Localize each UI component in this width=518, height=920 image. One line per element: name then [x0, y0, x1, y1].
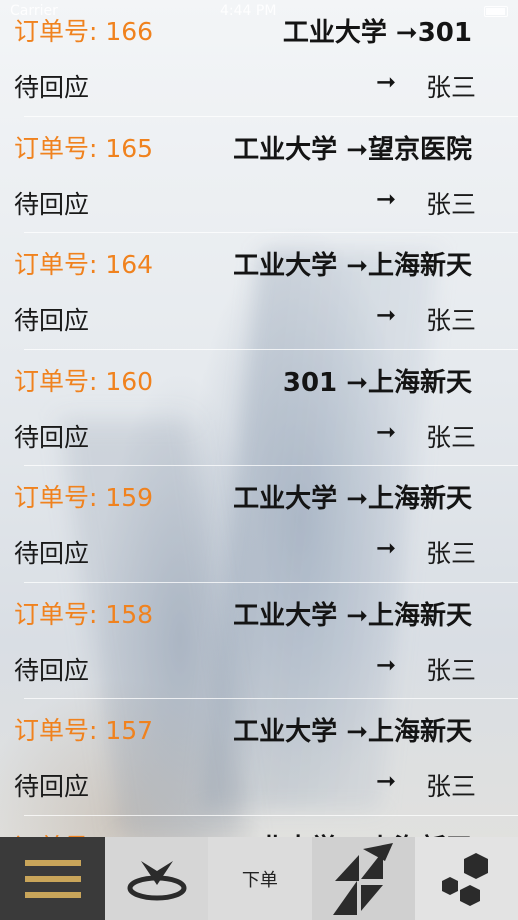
order-row[interactable]: 订单号: 165 工业大学 ➞望京医院 待回应 ➞ 张三: [0, 117, 518, 233]
order-route: 工业大学 ➞上海新天: [233, 828, 472, 838]
menu-icon: [24, 859, 81, 898]
order-number: 订单号: 164: [14, 250, 154, 279]
order-number: 订单号: 165: [14, 133, 154, 163]
order-route: 工业大学 ➞上海新天: [233, 484, 472, 514]
order-row[interactable]: 订单号: 157 工业大学 ➞上海新天 待回应 ➞ 张三: [0, 699, 518, 816]
tab-location[interactable]: [105, 837, 209, 920]
clock: 4:44 PM: [220, 3, 277, 19]
order-number: 订单号: 158: [14, 599, 154, 629]
status-bar: Carrier 4:44 PM: [0, 0, 518, 22]
order-route: 工业大学 ➞上海新天: [233, 251, 472, 281]
tab-hexagons[interactable]: [414, 837, 518, 920]
driver-name: 张三: [426, 655, 477, 685]
tab-bar: 下单: [0, 837, 518, 920]
order-status: 待回应: [14, 422, 90, 452]
arrow-icon: ➞: [376, 184, 397, 213]
arrow-icon: ➞: [376, 767, 397, 795]
order-route: 工业大学 ➞上海新天: [233, 717, 472, 747]
order-number: 订单号: 157: [14, 716, 154, 745]
arrow-icon: ➞: [376, 417, 397, 446]
driver-name: 张三: [426, 306, 477, 335]
order-route: 工业大学 ➞望京医院: [233, 134, 472, 165]
tab-place-order[interactable]: 下单: [208, 837, 312, 920]
driver-name: 张三: [426, 189, 477, 219]
order-status: 待回应: [14, 655, 90, 685]
order-row[interactable]: 订单号: 159 工业大学 ➞上海新天 待回应 ➞ 张三: [0, 466, 518, 583]
order-status: 待回应: [14, 189, 90, 219]
order-route: 工业大学 ➞上海新天: [233, 600, 472, 631]
order-number: 订单号: 156: [14, 828, 153, 838]
battery-icon: [484, 6, 508, 17]
driver-name: 张三: [426, 539, 477, 568]
order-row[interactable]: 订单号: 160 301 ➞上海新天 待回应 ➞ 张三: [0, 350, 518, 466]
tab-triangles[interactable]: [311, 837, 415, 920]
carrier-label: Carrier: [10, 3, 58, 19]
order-status: 待回应: [14, 73, 90, 102]
place-order-label: 下单: [241, 869, 278, 891]
arrow-icon: ➞: [376, 68, 397, 96]
arrow-icon: ➞: [376, 650, 397, 679]
triangles-icon: [333, 842, 394, 915]
order-row[interactable]: 订单号: 156 工业大学 ➞上海新天: [0, 816, 518, 838]
hexagons-icon: [442, 852, 489, 906]
driver-name: 张三: [426, 73, 477, 102]
pin-icon: [127, 860, 187, 900]
order-row[interactable]: 订单号: 158 工业大学 ➞上海新天 待回应 ➞ 张三: [0, 583, 518, 699]
order-number: 订单号: 159: [14, 483, 154, 512]
driver-name: 张三: [426, 772, 477, 801]
arrow-icon: ➞: [376, 534, 397, 562]
order-route: 301 ➞上海新天: [282, 367, 472, 398]
order-row[interactable]: 订单号: 164 工业大学 ➞上海新天 待回应 ➞ 张三: [0, 233, 518, 350]
order-number: 订单号: 160: [14, 366, 154, 396]
driver-name: 张三: [426, 422, 477, 452]
order-status: 待回应: [14, 306, 90, 335]
order-status: 待回应: [14, 772, 90, 801]
arrow-icon: ➞: [376, 301, 397, 329]
order-list[interactable]: 订单号: 166 工业大学 ➞301 待回应 ➞ 张三 订单号: 165 工业大…: [0, 0, 518, 837]
tab-menu[interactable]: [0, 837, 105, 920]
order-status: 待回应: [14, 539, 90, 568]
